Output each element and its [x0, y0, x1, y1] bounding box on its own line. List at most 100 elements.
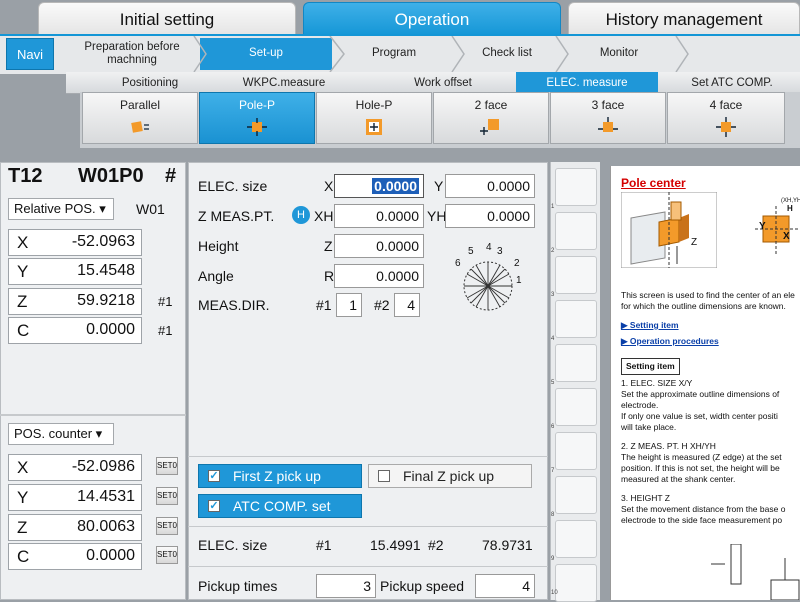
center-divider — [188, 526, 548, 527]
dial-number-3: 3 — [497, 246, 503, 257]
first-z-pickup-checkbox[interactable]: ✓ First Z pick up — [198, 464, 362, 488]
doc-item-line: electrode to the side face measurement p… — [621, 515, 783, 525]
two-face-label: 2 face — [474, 98, 508, 112]
axis-label: Z — [17, 292, 28, 311]
ruler-number: 7 — [551, 468, 555, 474]
four-face-button[interactable]: 4 face — [667, 92, 785, 144]
slot[interactable] — [555, 168, 597, 206]
dial-number-6: 6 — [455, 258, 461, 269]
three-face-button[interactable]: 3 face — [550, 92, 666, 144]
height-label: Height — [198, 238, 239, 254]
rel-row-c: C 0.0000 — [8, 317, 142, 344]
pole-p-button[interactable]: Pole-P — [199, 92, 315, 144]
axis-label: Y — [17, 488, 29, 507]
dir2-field[interactable]: 4 — [394, 293, 420, 317]
elec-size-y-field[interactable]: 0.0000 — [445, 174, 535, 198]
axis-label: Y — [17, 262, 29, 281]
axis-label: C — [17, 321, 30, 340]
axis-value: -52.0963 — [71, 233, 135, 250]
pos-counter-dropdown[interactable]: POS. counter ▾ — [8, 423, 114, 445]
hole-p-icon — [366, 119, 382, 135]
slot[interactable] — [555, 300, 597, 338]
operation-procedures-link-text: Operation procedures — [629, 336, 719, 346]
hole-p-button[interactable]: Hole-P — [316, 92, 432, 144]
slot[interactable] — [555, 388, 597, 426]
doc-item-line: electrode. — [621, 400, 659, 410]
ruler-number: 10 — [551, 590, 558, 596]
doc-item-line: 2. Z MEAS. PT. H XH/YH — [621, 441, 716, 451]
chevron-down-icon: ▾ — [95, 426, 103, 441]
pickup-speed-field[interactable]: 4 — [475, 574, 535, 598]
y-label: Y — [434, 178, 444, 194]
pos-counter-label: POS. counter — [14, 426, 93, 441]
xh-field[interactable]: 0.0000 — [334, 204, 424, 228]
subtab-wkpc-measure[interactable]: WKPC.measure — [222, 72, 346, 94]
dial-number-5: 5 — [468, 246, 474, 257]
x-label: X — [324, 178, 334, 194]
height-field[interactable]: 0.0000 — [334, 234, 424, 258]
pickup-speed-label: Pickup speed — [380, 578, 465, 594]
slot[interactable] — [555, 256, 597, 294]
tab-operation[interactable]: Operation — [303, 2, 561, 36]
figure-label-y: Y — [759, 221, 766, 232]
relative-pos-dropdown[interactable]: Relative POS. ▾ — [8, 198, 114, 220]
tab-initial-setting[interactable]: Initial setting — [38, 2, 296, 36]
pickup-times-field[interactable]: 3 — [316, 574, 376, 598]
doc-item-line: Set the approximate outline dimensions o… — [621, 389, 780, 399]
pole-center-figure — [621, 192, 717, 268]
atc-comp-set-checkbox[interactable]: ✓ ATC COMP. set — [198, 494, 362, 518]
axis-value: 0.0000 — [86, 321, 135, 338]
axis-label: C — [17, 547, 30, 566]
slot[interactable] — [555, 564, 597, 602]
slot[interactable] — [555, 344, 597, 382]
parallel-label: Parallel — [119, 98, 161, 112]
cnt-row-z: Z 80.0063 — [8, 514, 142, 541]
set0-button-x[interactable]: SET0 — [156, 457, 178, 475]
result-elec-size-label: ELEC. size — [198, 537, 268, 553]
xh-label: XH — [314, 208, 334, 224]
elec-size-label: ELEC. size — [198, 178, 268, 194]
result-1-value: 15.4991 — [370, 537, 421, 553]
set0-button-z[interactable]: SET0 — [156, 517, 178, 535]
doc-item-line: The height is measured (Z edge) at the s… — [621, 452, 782, 462]
dir2-label: #2 — [374, 297, 390, 313]
direction-dial-icon — [463, 261, 513, 311]
tool-number: T12 — [8, 165, 43, 187]
rel-c-suffix: #1 — [158, 323, 173, 338]
help-document: Pole center Z (XH,YH) H Y X This screen … — [610, 166, 800, 600]
tab-history-management[interactable]: History management — [568, 2, 800, 36]
dir1-field[interactable]: 1 — [336, 293, 362, 317]
axis-value: 80.0063 — [77, 518, 135, 535]
relative-code: W01 — [136, 201, 165, 217]
four-face-icon — [716, 117, 736, 137]
axis-label: X — [17, 233, 29, 252]
final-z-pickup-checkbox[interactable]: Final Z pick up — [368, 464, 532, 488]
angle-field[interactable]: 0.0000 — [334, 264, 424, 288]
slot[interactable] — [555, 212, 597, 250]
subtab-elec-measure[interactable]: ELEC. measure — [516, 72, 658, 94]
set0-button-c[interactable]: SET0 — [156, 546, 178, 564]
parallel-button[interactable]: Parallel — [82, 92, 198, 144]
slot[interactable] — [555, 520, 597, 558]
doc-item-line: measured at the shank center. — [621, 474, 736, 484]
set0-button-y[interactable]: SET0 — [156, 487, 178, 505]
pickup-times-label: Pickup times — [198, 578, 278, 594]
rel-z-suffix: #1 — [158, 294, 173, 309]
slot-column: 1 2 3 4 5 6 7 8 9 10 — [550, 162, 600, 602]
slot[interactable] — [555, 476, 597, 514]
subtab-work-offset[interactable]: Work offset — [376, 72, 510, 94]
operation-procedures-link[interactable]: ▶ Operation procedures — [621, 336, 719, 347]
slot[interactable] — [555, 432, 597, 470]
setting-item-link[interactable]: ▶ Setting item — [621, 320, 679, 331]
ruler-number: 1 — [551, 204, 555, 210]
angle-axis-label: R — [324, 268, 335, 284]
yh-field[interactable]: 0.0000 — [445, 204, 535, 228]
subtab-positioning[interactable]: Positioning — [80, 72, 220, 94]
two-face-icon — [480, 119, 499, 135]
ruler-number: 3 — [551, 292, 555, 298]
figure-label-h: H — [787, 204, 793, 213]
elec-size-x-field[interactable]: 0.0000 — [334, 174, 424, 198]
subtab-set-atc-comp[interactable]: Set ATC COMP. — [664, 72, 800, 94]
two-face-button[interactable]: 2 face — [433, 92, 549, 144]
center-divider — [188, 456, 548, 457]
